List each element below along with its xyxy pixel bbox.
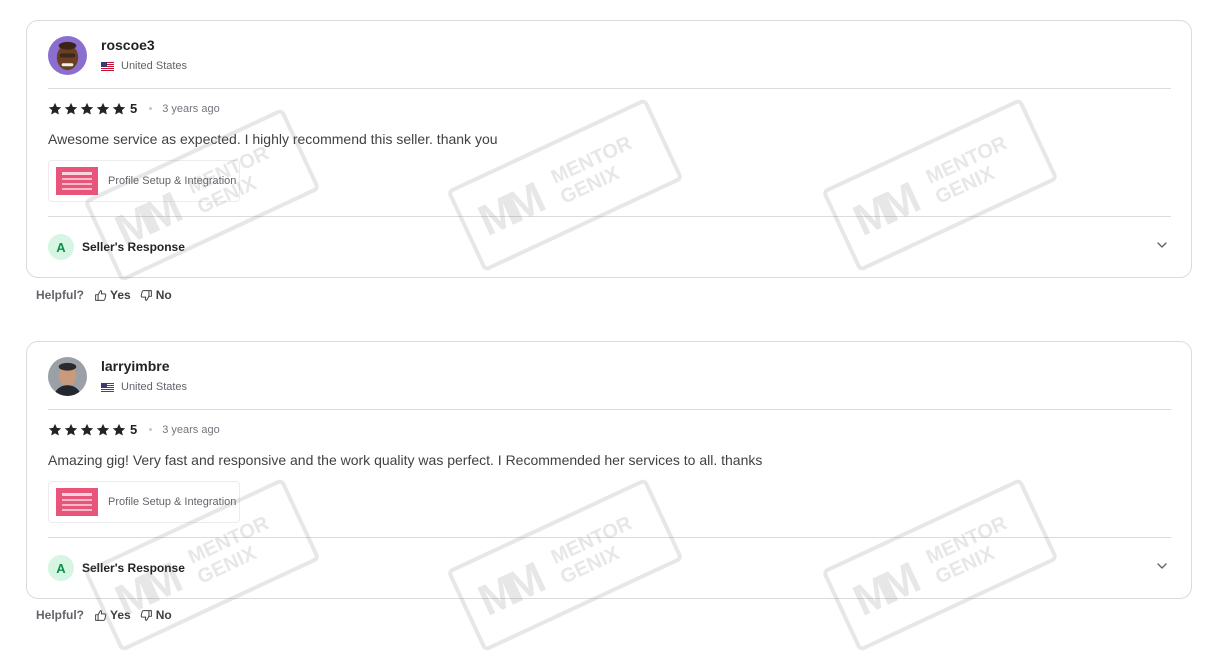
star-icon: [48, 423, 62, 436]
gig-thumbnail: [56, 488, 98, 516]
avatar[interactable]: [48, 36, 87, 75]
seller-avatar: A: [48, 555, 74, 581]
star-rating: [48, 423, 126, 437]
gig-chip[interactable]: Profile Setup & Integration: [48, 160, 240, 202]
review-card: larryimbre United States 5 3 years ago A…: [26, 341, 1192, 599]
seller-response-label: Seller's Response: [82, 240, 185, 254]
star-icon: [96, 102, 110, 115]
star-icon: [64, 102, 78, 115]
separator-dot: [149, 428, 153, 431]
seller-response-toggle[interactable]: A Seller's Response: [48, 555, 185, 581]
thumbs-down-icon: [140, 609, 152, 621]
helpful-row: Helpful? Yes No: [36, 288, 181, 302]
helpful-label: Helpful?: [36, 288, 84, 302]
gig-title: Profile Setup & Integration: [108, 175, 237, 187]
chevron-down-icon[interactable]: [1155, 559, 1169, 573]
review-text: Amazing gig! Very fast and responsive an…: [48, 452, 763, 468]
chevron-down-icon[interactable]: [1155, 238, 1169, 252]
star-icon: [96, 423, 110, 436]
review-time: 3 years ago: [162, 102, 220, 115]
seller-response-label: Seller's Response: [82, 561, 185, 575]
helpful-yes-label: Yes: [110, 288, 131, 302]
star-icon: [112, 423, 126, 436]
review-card: roscoe3 United States 5 3 years ago Awes…: [26, 20, 1192, 278]
helpful-no-button[interactable]: No: [140, 608, 172, 622]
helpful-no-label: No: [155, 608, 172, 622]
helpful-yes-button[interactable]: Yes: [94, 288, 131, 302]
helpful-row: Helpful? Yes No: [36, 608, 181, 622]
country-name: United States: [121, 381, 188, 393]
rating-row: 5 3 years ago: [48, 422, 220, 437]
thumbs-up-icon: [95, 609, 107, 621]
rating-value: 5: [130, 101, 138, 116]
gig-title: Profile Setup & Integration: [108, 496, 237, 508]
reviewer-username[interactable]: larryimbre: [101, 358, 169, 374]
reviewer-country: United States: [101, 381, 187, 393]
divider: [48, 216, 1171, 217]
separator-dot: [149, 107, 153, 110]
star-icon: [64, 423, 78, 436]
country-name: United States: [121, 60, 188, 72]
helpful-yes-button[interactable]: Yes: [94, 608, 131, 622]
reviewer-country: United States: [101, 60, 187, 72]
seller-response-toggle[interactable]: A Seller's Response: [48, 234, 185, 260]
star-icon: [48, 102, 62, 115]
thumbs-down-icon: [140, 289, 152, 301]
helpful-yes-label: Yes: [110, 608, 131, 622]
thumbs-up-icon: [95, 289, 107, 301]
divider: [48, 537, 1171, 538]
seller-avatar: A: [48, 234, 74, 260]
gig-thumbnail: [56, 167, 98, 195]
divider: [48, 88, 1171, 89]
review-time: 3 years ago: [162, 423, 220, 436]
review-text: Awesome service as expected. I highly re…: [48, 131, 498, 147]
star-icon: [112, 102, 126, 115]
helpful-label: Helpful?: [36, 608, 84, 622]
reviewer-username[interactable]: roscoe3: [101, 37, 155, 53]
rating-row: 5 3 years ago: [48, 101, 220, 116]
star-icon: [80, 423, 94, 436]
gig-chip[interactable]: Profile Setup & Integration: [48, 481, 240, 523]
star-rating: [48, 102, 126, 116]
helpful-no-button[interactable]: No: [140, 288, 172, 302]
us-flag-icon: [101, 382, 114, 392]
rating-value: 5: [130, 422, 138, 437]
avatar[interactable]: [48, 357, 87, 396]
divider: [48, 409, 1171, 410]
helpful-no-label: No: [155, 288, 172, 302]
star-icon: [80, 102, 94, 115]
us-flag-icon: [101, 61, 114, 71]
